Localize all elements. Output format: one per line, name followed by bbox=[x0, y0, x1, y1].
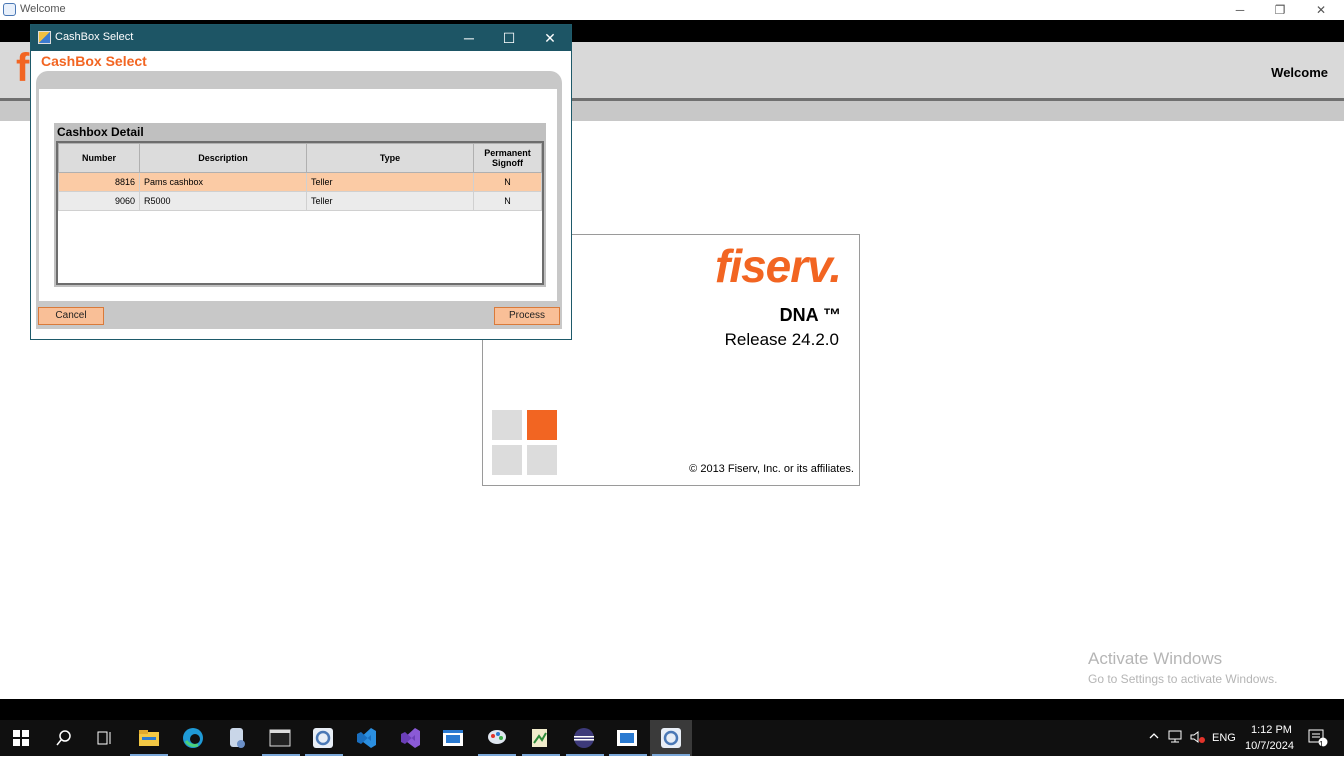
cell-description: Pams cashbox bbox=[139, 172, 307, 192]
cell-type: Teller bbox=[306, 172, 474, 192]
dialog-close-button[interactable]: ✕ bbox=[530, 29, 570, 47]
taskbar: ENG 1:12 PM 10/7/2024 1 bbox=[0, 720, 1344, 756]
dialog-heading: CashBox Select bbox=[41, 53, 147, 69]
chevron-up-icon[interactable] bbox=[1148, 730, 1160, 766]
cell-description: R5000 bbox=[139, 191, 307, 211]
visual-studio-icon[interactable] bbox=[398, 726, 422, 750]
window-app-icon[interactable] bbox=[441, 726, 465, 750]
outer-titlebar: Welcome ─ ❐ ✕ bbox=[0, 0, 1344, 20]
group-title: Cashbox Detail bbox=[57, 125, 144, 139]
process-button[interactable]: Process bbox=[494, 307, 560, 325]
eclipse-icon[interactable] bbox=[572, 726, 596, 750]
column-header-type[interactable]: Type bbox=[306, 143, 474, 173]
activate-windows-title: Activate Windows bbox=[1088, 649, 1223, 668]
cashbox-detail-group: Cashbox Detail Number Description Type P… bbox=[54, 123, 546, 287]
release-label: Release 24.2.0 bbox=[724, 330, 839, 349]
script-icon[interactable] bbox=[528, 726, 552, 750]
restore-button[interactable]: ❐ bbox=[1260, 2, 1300, 18]
dna-active-icon[interactable] bbox=[659, 726, 683, 750]
minimize-button[interactable]: ─ bbox=[1220, 2, 1260, 18]
dialog-content: Cashbox Detail Number Description Type P… bbox=[39, 89, 557, 301]
cell-number: 9060 bbox=[58, 191, 140, 211]
column-header-description[interactable]: Description bbox=[139, 143, 307, 173]
taskbar-spacer bbox=[0, 699, 1344, 720]
task-view-icon[interactable] bbox=[93, 726, 117, 750]
column-header-permanent-signoff[interactable]: Permanent Signoff bbox=[473, 143, 542, 173]
network-icon[interactable] bbox=[1168, 730, 1184, 766]
edge-icon[interactable] bbox=[181, 726, 205, 750]
dialog-title: CashBox Select bbox=[55, 31, 134, 43]
window-title: Welcome bbox=[20, 3, 66, 15]
terminal-icon[interactable] bbox=[268, 726, 292, 750]
language-indicator[interactable]: ENG bbox=[1212, 732, 1236, 768]
fiserv-brand: fiserv. bbox=[715, 240, 842, 292]
dialog-maximize-button[interactable]: ☐ bbox=[489, 29, 529, 47]
copyright-text: © 2013 Fiserv, Inc. or its affiliates. bbox=[689, 463, 854, 475]
table-row[interactable]: 8816 Pams cashbox Teller N bbox=[58, 172, 542, 192]
search-icon[interactable] bbox=[52, 726, 76, 750]
dialog-titlebar[interactable]: CashBox Select ─ ☐ ✕ bbox=[31, 25, 571, 51]
start-icon[interactable] bbox=[9, 726, 33, 750]
table-row[interactable]: 9060 R5000 Teller N bbox=[58, 191, 542, 211]
file-explorer-icon[interactable] bbox=[137, 726, 161, 750]
fiserv-logo-icon: f bbox=[16, 46, 30, 90]
notification-badge: 1 bbox=[1319, 740, 1324, 749]
product-name: DNA ™ bbox=[779, 305, 841, 325]
logo-square-gray bbox=[492, 410, 522, 440]
close-button[interactable]: ✕ bbox=[1301, 2, 1341, 18]
logo-square-gray bbox=[527, 445, 557, 475]
notification-icon[interactable] bbox=[1308, 729, 1328, 765]
cell-type: Teller bbox=[306, 191, 474, 211]
app-icon[interactable] bbox=[225, 726, 249, 750]
cashbox-grid[interactable]: Number Description Type Permanent Signof… bbox=[56, 141, 544, 285]
logo-square-orange bbox=[527, 410, 557, 440]
vscode-icon[interactable] bbox=[354, 726, 378, 750]
cancel-button[interactable]: Cancel bbox=[38, 307, 104, 325]
dialog-app-icon bbox=[38, 31, 51, 44]
cashbox-select-dialog: CashBox Select ─ ☐ ✕ CashBox Select Cash… bbox=[30, 24, 572, 340]
activate-windows-subtitle: Go to Settings to activate Windows. bbox=[1088, 672, 1278, 686]
volume-muted-icon[interactable] bbox=[1190, 730, 1206, 766]
logo-square-gray bbox=[492, 445, 522, 475]
paint-icon[interactable] bbox=[485, 726, 509, 750]
cell-number: 8816 bbox=[58, 172, 140, 192]
cell-signoff: N bbox=[473, 191, 542, 211]
cell-signoff: N bbox=[473, 172, 542, 192]
welcome-label: Welcome bbox=[1271, 65, 1328, 80]
dna-app-icon[interactable] bbox=[311, 726, 335, 750]
app-icon bbox=[3, 3, 16, 16]
remote-desktop-icon[interactable] bbox=[615, 726, 639, 750]
dialog-body: Cashbox Detail Number Description Type P… bbox=[36, 71, 562, 329]
dialog-minimize-button[interactable]: ─ bbox=[449, 29, 489, 47]
column-header-number[interactable]: Number bbox=[58, 143, 140, 173]
clock-date[interactable]: 10/7/2024 bbox=[1245, 740, 1294, 776]
